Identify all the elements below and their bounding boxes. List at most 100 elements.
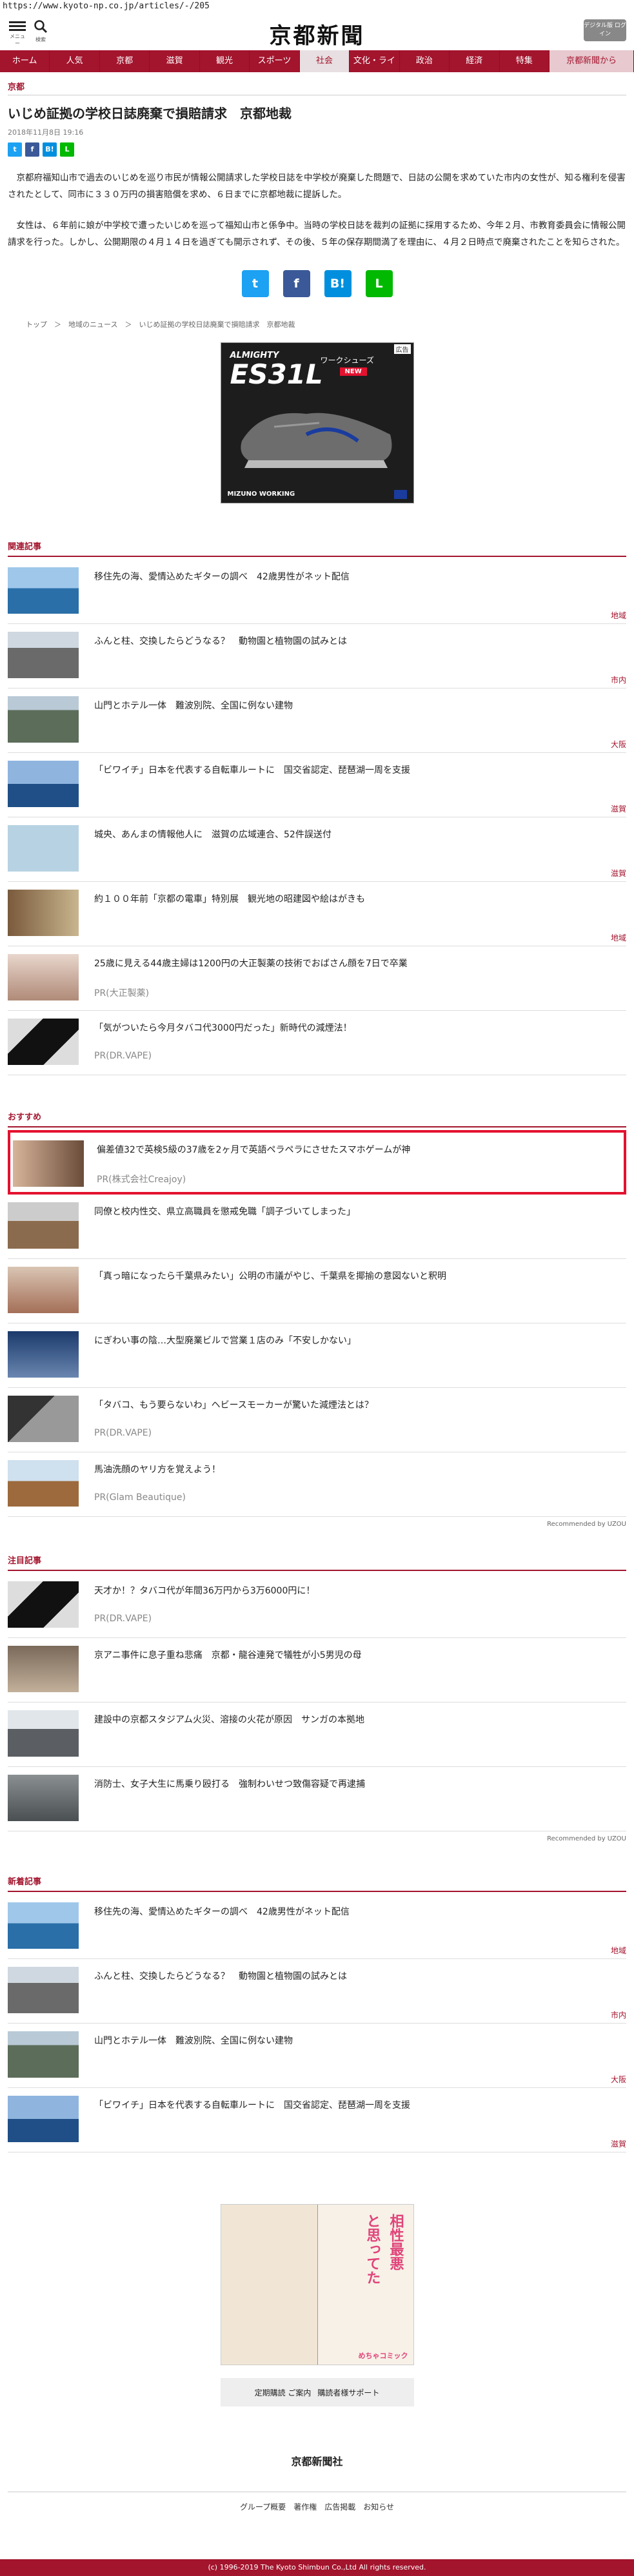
list-item[interactable]: 「ビワイチ」日本を代表する自転車ルートに 国交省認定、琵琶湖一周を支援滋賀 — [8, 2088, 626, 2152]
list-item[interactable]: 「真っ暗になったら千葉県みたい」公明の市議がやじ、千葉県を揶揄の意図ないと釈明 — [8, 1259, 626, 1323]
item-title[interactable]: 京アニ事件に息子重ね悲痛 京都・龍谷連発で犠牲が小5男児の母 — [94, 1648, 613, 1661]
item-title[interactable]: 「タバコ、もう要らないわ」ヘビースモーカーが驚いた減煙法とは？ — [94, 1398, 613, 1411]
item-title[interactable]: 山門とホテル一体 難波別院、全国に例ない建物 — [94, 2034, 613, 2047]
list-item[interactable]: 約１００年前「京都の電車」特別展 観光地の昭建図や絵はがきも 地域 — [8, 882, 626, 946]
ad-tag: めちゃコミック — [358, 2352, 408, 2360]
list-item[interactable]: 京アニ事件に息子重ね悲痛 京都・龍谷連発で犠牲が小5男児の母 — [8, 1638, 626, 1703]
list-item[interactable]: 「気がついたら今月タバコ代3000円だった」新時代の減煙法！ PR(DR.VAPE… — [8, 1011, 626, 1075]
list-item[interactable]: 天才か！？タバコ代が年間36万円から3万6000円に！ PR(DR.VAPE) — [8, 1574, 626, 1638]
address-bar[interactable]: https://www.kyoto-np.co.jp/articles/-/20… — [0, 0, 634, 15]
thumbnail — [8, 696, 79, 743]
item-title[interactable]: 同僚と校内性交、県立高職員を懲戒免職「調子づいてしまった」 — [94, 1205, 613, 1218]
thumbnail — [8, 1967, 79, 2013]
ad-tag: ワークシューズ — [320, 356, 374, 365]
pr-label: PR(DR.VAPE) — [94, 1614, 152, 1624]
nav-shiga[interactable]: 滋賀 — [150, 50, 200, 72]
footer-logo[interactable]: 京都新聞社 — [8, 2453, 626, 2468]
twitter-icon[interactable]: t — [241, 270, 269, 297]
item-title[interactable]: 移住先の海、愛情込めたギターの調べ 42歳男性がネット配信 — [94, 570, 613, 583]
item-title[interactable]: 約１００年前「京都の電車」特別展 観光地の昭建図や絵はがきも — [94, 892, 613, 905]
digital-edition-button[interactable]: デジタル版 ログイン — [584, 19, 626, 41]
item-title[interactable]: 城央、あんまの情報他人に 滋賀の広域連合、52件誤送付 — [94, 828, 613, 841]
item-tag: 滋賀 — [610, 805, 626, 814]
nav-sports[interactable]: スポーツ — [250, 50, 300, 72]
nav-economy[interactable]: 経済 — [450, 50, 500, 72]
nav-society[interactable]: 社会 — [299, 50, 350, 72]
ad-label: 広告 — [393, 344, 411, 354]
hatena-icon[interactable]: B! — [43, 142, 57, 157]
item-title[interactable]: 「ビワイチ」日本を代表する自転車ルートに 国交省認定、琵琶湖一周を支援 — [94, 763, 613, 776]
item-title[interactable]: ふんと柱、交換したらどうなる？ 動物園と植物園の試みとは — [94, 634, 613, 647]
item-title[interactable]: 「気がついたら今月タバコ代3000円だった」新時代の減煙法！ — [94, 1021, 613, 1034]
item-title[interactable]: ふんと柱、交換したらどうなる？ 動物園と植物園の試みとは — [94, 1969, 613, 1982]
nav-kyoto[interactable]: 京都 — [100, 50, 150, 72]
list-item[interactable]: 山門とホテル一体 難波別院、全国に例ない建物 大阪 — [8, 2024, 626, 2088]
list-item[interactable]: 城央、あんまの情報他人に 滋賀の広域連合、52件誤送付 滋賀 — [8, 817, 626, 882]
nav-features[interactable]: 特集 — [500, 50, 550, 72]
list-item[interactable]: 「ビワイチ」日本を代表する自転車ルートに 国交省認定、琵琶湖一周を支援滋賀 — [8, 753, 626, 817]
recommend-credit[interactable]: Recommended by UZOU — [8, 1521, 626, 1528]
line-icon[interactable]: L — [365, 270, 393, 297]
nav-from-kyoto[interactable]: 京都新聞から — [549, 50, 634, 72]
list-item[interactable]: 建設中の京都スタジアム火災、溶接の火花が原因 サンガの本拠地 — [8, 1703, 626, 1767]
shoe-ad-banner[interactable]: 広告 ALMIGHTY ES31L ワークシューズ NEW MIZUNO WOR… — [220, 342, 414, 503]
share-bar-large: t f B! L — [8, 270, 626, 297]
list-item[interactable]: 25歳に見える44歳主婦は1200円の大正製薬の技術でおばさん顔を7日で卒業 PR… — [8, 946, 626, 1011]
twitter-icon[interactable]: t — [8, 142, 22, 157]
item-title[interactable]: 偏差値32で英検5級の37歳を2ヶ月で英語ペラペラにさせたスマホゲームが神 — [97, 1143, 611, 1156]
article-title: いじめ証拠の学校日誌廃棄で損賠請求 京都地裁 — [8, 106, 292, 121]
facebook-icon[interactable]: f — [25, 142, 39, 157]
list-item[interactable]: にぎわい事の陰…大型廃業ビルで営業１店のみ「不安しかない」 — [8, 1323, 626, 1388]
nav-tourism[interactable]: 観光 — [200, 50, 250, 72]
nav-popular[interactable]: 人気 — [50, 50, 100, 72]
article-category[interactable]: 京都 — [8, 80, 626, 95]
footer-links[interactable]: グループ概要 著作権 広告掲載 お知らせ — [8, 2492, 626, 2512]
item-title[interactable]: 天才か！？タバコ代が年間36万円から3万6000円に！ — [94, 1584, 613, 1597]
facebook-icon[interactable]: f — [282, 270, 310, 297]
list-item[interactable]: 移住先の海、愛情込めたギターの調べ 42歳男性がネット配信 地域 — [8, 1895, 626, 1959]
list-item[interactable]: ふんと柱、交換したらどうなる？ 動物園と植物園の試みとは 市内 — [8, 624, 626, 688]
list-item[interactable]: ふんと柱、交換したらどうなる？ 動物園と植物園の試みとは 市内 — [8, 1959, 626, 2024]
item-title[interactable]: 建設中の京都スタジアム火災、溶接の火花が原因 サンガの本拠地 — [94, 1713, 613, 1726]
copyright: (c) 1996-2019 The Kyoto Shimbun Co.,Ltd … — [0, 2559, 634, 2576]
ad-model: ES31L — [230, 358, 323, 390]
list-item[interactable]: 「タバコ、もう要らないわ」ヘビースモーカーが驚いた減煙法とは？ PR(DR.VAP… — [8, 1388, 626, 1452]
thumbnail — [8, 825, 79, 872]
list-item[interactable]: 同僚と校内性交、県立高職員を懲戒免職「調子づいてしまった」 — [8, 1195, 626, 1259]
item-title[interactable]: 消防士、女子大生に馬乗り殴打る 強制わいせつ致傷容疑で再逮捕 — [94, 1777, 613, 1790]
support-link[interactable]: 購読者様サポート — [317, 2387, 379, 2398]
line-icon[interactable]: L — [60, 142, 74, 157]
item-title[interactable]: 「ビワイチ」日本を代表する自転車ルートに 国交省認定、琵琶湖一周を支援 — [94, 2098, 613, 2111]
article-date: 2018年11月8日 19:16 — [8, 128, 84, 137]
list-item[interactable]: 偏差値32で英検5級の37歳を2ヶ月で英語ペラペラにさせたスマホゲームが神 PR(… — [8, 1130, 626, 1195]
thumbnail — [8, 1710, 79, 1757]
breadcrumb[interactable]: トップ ＞ 地域のニュース ＞ いじめ証拠の学校日誌廃棄で損賠請求 京都地裁 — [26, 319, 626, 329]
item-title[interactable]: 移住先の海、愛情込めたギターの調べ 42歳男性がネット配信 — [94, 1905, 613, 1918]
item-title[interactable]: 25歳に見える44歳主婦は1200円の大正製薬の技術でおばさん顔を7日で卒業 — [94, 957, 613, 970]
thumbnail — [8, 1202, 79, 1249]
hatena-icon[interactable]: B! — [324, 270, 352, 297]
attention-credit[interactable]: Recommended by UZOU — [8, 1835, 626, 1842]
item-tag: 滋賀 — [610, 2140, 626, 2149]
list-item[interactable]: 消防士、女子大生に馬乗り殴打る 強制わいせつ致傷容疑で再逮捕 — [8, 1767, 626, 1831]
thumbnail — [8, 567, 79, 614]
nav-politics[interactable]: 政治 — [400, 50, 450, 72]
article-paragraph: 女性は、６年前に娘が中学校で遭ったいじめを巡って福知山市と係争中。当時の学校日誌… — [8, 220, 626, 248]
list-item[interactable]: 移住先の海、愛情込めたギターの調べ 42歳男性がネット配信 地域 — [8, 560, 626, 624]
thumbnail — [8, 761, 79, 807]
manga-ad-banner[interactable]: 相性最悪 と思ってた めちゃコミック — [220, 2204, 414, 2365]
article-body: 京都府福知山市で過去のいじめを巡り市民が情報公開請求した学校日誌を中学校が廃棄し… — [8, 170, 626, 251]
nav-culture[interactable]: 文化・ライフ — [350, 50, 400, 88]
item-title[interactable]: 馬油洗顔のヤリ方を覚えよう！ — [94, 1463, 613, 1476]
item-title[interactable]: 山門とホテル一体 難波別院、全国に例ない建物 — [94, 699, 613, 712]
pr-label: PR(DR.VAPE) — [94, 1428, 152, 1438]
nav-home[interactable]: ホーム — [0, 50, 50, 72]
site-logo[interactable]: 京都新聞 — [0, 18, 634, 50]
item-title[interactable]: 「真っ暗になったら千葉県みたい」公明の市議がやじ、千葉県を揶揄の意図ないと釈明 — [94, 1269, 613, 1282]
list-item[interactable]: 山門とホテル一体 難波別院、全国に例ない建物 大阪 — [8, 688, 626, 753]
ad-headline: と思ってた — [364, 2214, 381, 2285]
item-title[interactable]: にぎわい事の陰…大型廃業ビルで営業１店のみ「不安しかない」 — [94, 1334, 613, 1347]
list-item[interactable]: 馬油洗顔のヤリ方を覚えよう！ PR(Glam Beautique) — [8, 1452, 626, 1517]
thumbnail — [8, 1019, 79, 1065]
subscribe-link[interactable]: 定期購読 ご案内 — [255, 2387, 312, 2398]
